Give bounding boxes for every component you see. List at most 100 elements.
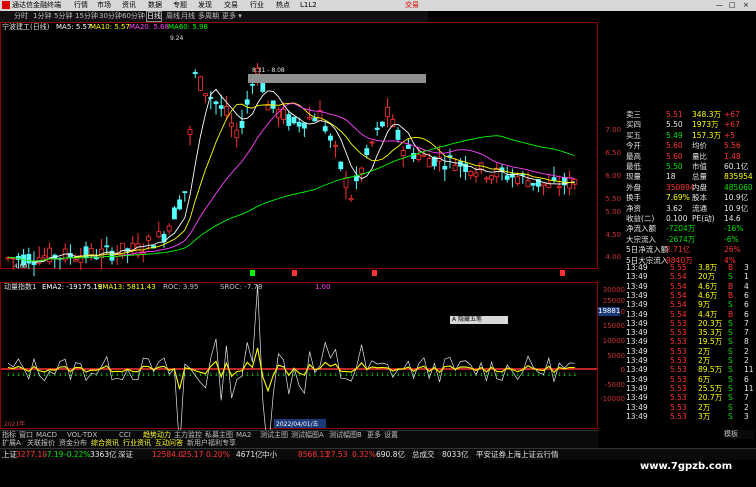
menu-item-redian[interactable]: 热点 bbox=[276, 0, 290, 11]
extension-tab[interactable]: 扩展A bbox=[2, 439, 21, 448]
extension-tab[interactable]: 行业资讯 bbox=[123, 439, 151, 448]
app-logo-icon bbox=[2, 1, 10, 9]
menu-item-shuju[interactable]: 数据 bbox=[148, 0, 162, 11]
tick-cell: 5.53 bbox=[670, 328, 687, 338]
signal-arrow: ↓ bbox=[469, 372, 473, 378]
tick-cell: 13:49 bbox=[626, 263, 648, 272]
period-fenshi[interactable]: 分时 bbox=[14, 11, 28, 22]
candle-body bbox=[416, 154, 422, 160]
candle-body bbox=[348, 198, 354, 201]
period-30min[interactable]: 30分钟 bbox=[99, 11, 122, 22]
quote-cell: 5日净流入额 bbox=[626, 245, 669, 255]
quote-cell: 350894 bbox=[666, 182, 695, 192]
period-monthly[interactable]: 月线 bbox=[181, 11, 195, 22]
tick-cell: 5.54 bbox=[670, 309, 687, 319]
maximize-button[interactable]: □ bbox=[729, 0, 736, 11]
candle-body bbox=[286, 114, 292, 126]
close-button[interactable]: × bbox=[743, 0, 749, 11]
menu-item-zixun[interactable]: 资讯 bbox=[122, 0, 136, 11]
status-item: 27.53 bbox=[326, 450, 348, 459]
period-1min[interactable]: 1分钟 bbox=[33, 11, 51, 22]
tick-cell: 3 bbox=[744, 263, 749, 272]
tick-cell: 5.54 bbox=[670, 272, 687, 282]
ma-line bbox=[7, 103, 575, 262]
quote-cell: -2674万 bbox=[666, 234, 696, 244]
candle-body bbox=[541, 183, 546, 187]
kline-chart[interactable]: 8.31 - 8.08 9.24 4.69 ↓ ↓ ↓ ↓ ↓ ↓ ↓ ↓ ↓ ↓ ↓ ↓ ↓ ↓ ↓ ↓ ↓ ↓… bbox=[0, 22, 598, 430]
signal-arrow: ↓ bbox=[74, 372, 78, 378]
candle-body bbox=[504, 175, 510, 180]
period-daily[interactable]: 日线 bbox=[146, 11, 162, 22]
tick-row: 13:49 5.53 6万 S 6 bbox=[626, 375, 754, 384]
ind-tick: 25000 bbox=[602, 297, 625, 305]
extension-tab[interactable]: 互动问答 bbox=[155, 439, 183, 448]
quote-cell: 0.100 bbox=[666, 214, 688, 223]
tick-cell: 5.54 bbox=[670, 290, 687, 300]
extension-tab[interactable]: 综合资讯 bbox=[91, 439, 119, 448]
status-item: 0.32% bbox=[352, 450, 376, 459]
quote-row: 大宗流入 -2674万 -6% bbox=[626, 235, 754, 244]
tick-cell: 4.6万 bbox=[698, 281, 718, 291]
menu-item-shichang[interactable]: 市场 bbox=[97, 0, 111, 11]
price-tick: 6.50 bbox=[605, 149, 621, 157]
template-tag[interactable]: 模板 bbox=[724, 430, 754, 439]
tick-cell: 89.5万 bbox=[698, 365, 723, 375]
signal-arrow: ↓ bbox=[448, 372, 452, 378]
minimize-button[interactable]: — bbox=[716, 0, 723, 11]
quote-cell: 10.9亿 bbox=[724, 193, 749, 203]
tick-row: 13:49 5.54 9万 S 6 bbox=[626, 300, 754, 309]
period-5min[interactable]: 5分钟 bbox=[54, 11, 72, 22]
signal-arrow: ↓ bbox=[432, 372, 436, 378]
candle-body bbox=[322, 126, 328, 132]
menu-item-hangqing[interactable]: 行情 bbox=[74, 0, 88, 11]
tick-cell: S bbox=[728, 300, 733, 310]
extension-tab[interactable]: 新用户福利专享 bbox=[187, 439, 236, 448]
watermark-text: www.7gpzb.com bbox=[640, 461, 733, 472]
candle-body bbox=[203, 93, 209, 97]
quote-cell: 净流入额 bbox=[626, 224, 656, 234]
period-60min[interactable]: 60分钟 bbox=[122, 11, 145, 22]
menu-item-zhuanti[interactable]: 专题 bbox=[173, 0, 187, 11]
quote-cell: PE(动) bbox=[692, 214, 715, 223]
candle-body bbox=[421, 154, 427, 157]
candle-body bbox=[234, 129, 240, 139]
quote-cell: 买五 bbox=[626, 130, 641, 140]
menu-item-hangye[interactable]: 行业 bbox=[250, 0, 264, 11]
indicator-name[interactable]: 动量指数1 bbox=[4, 283, 36, 292]
candle-body bbox=[442, 165, 448, 170]
period-more[interactable]: 更多 ▾ bbox=[222, 11, 242, 22]
menu-item-l1l2[interactable]: L1L2 bbox=[300, 0, 317, 11]
signal-arrow: ↓ bbox=[562, 372, 566, 378]
time-axis-mid: 2022/04/01/五 bbox=[276, 421, 319, 428]
signal-arrow: ↓ bbox=[16, 372, 20, 378]
extension-tab[interactable]: 资金分布 bbox=[59, 439, 87, 448]
candle-body bbox=[187, 129, 193, 135]
quote-cell: 5.60 bbox=[666, 151, 683, 161]
period-weekly[interactable]: 周线 bbox=[166, 11, 180, 22]
signal-arrow: ↓ bbox=[417, 372, 421, 378]
hide-button[interactable]: A 隐藏五笔 bbox=[450, 316, 508, 324]
tick-row: 13:49 5.53 3万 S 3 bbox=[626, 412, 754, 421]
quote-cell: 485060 bbox=[724, 182, 753, 192]
quote-cell: 内盘 bbox=[692, 182, 707, 192]
menu-item-faxian[interactable]: 发现 bbox=[198, 0, 212, 11]
trade-link[interactable]: 交易 bbox=[405, 0, 419, 11]
menu-item-jiaoyi[interactable]: 交易 bbox=[224, 0, 238, 11]
price-tick: 7.00 bbox=[605, 126, 621, 134]
signal-arrow: ↓ bbox=[323, 372, 327, 378]
signal-arrow: ↓ bbox=[63, 372, 67, 378]
ma-line bbox=[7, 135, 575, 262]
signal-arrow: ↓ bbox=[157, 372, 161, 378]
extension-tab[interactable]: 关联报价 bbox=[27, 439, 55, 448]
candle-body bbox=[426, 158, 432, 168]
status-item: 12584.0 bbox=[152, 450, 184, 459]
tick-cell: 6万 bbox=[698, 374, 711, 384]
tick-cell: 5.53 bbox=[670, 318, 687, 328]
period-multi[interactable]: 多周期 bbox=[198, 11, 219, 22]
ind-tick: 30000 bbox=[602, 286, 625, 294]
period-15min[interactable]: 15分钟 bbox=[75, 11, 98, 22]
tick-row: 13:49 5.53 2万 S 2 bbox=[626, 356, 754, 365]
candle-body bbox=[556, 185, 562, 189]
quote-cell: 1973万 bbox=[692, 120, 719, 130]
quote-row: 买四 5.50 1973万 +67 bbox=[626, 120, 754, 129]
